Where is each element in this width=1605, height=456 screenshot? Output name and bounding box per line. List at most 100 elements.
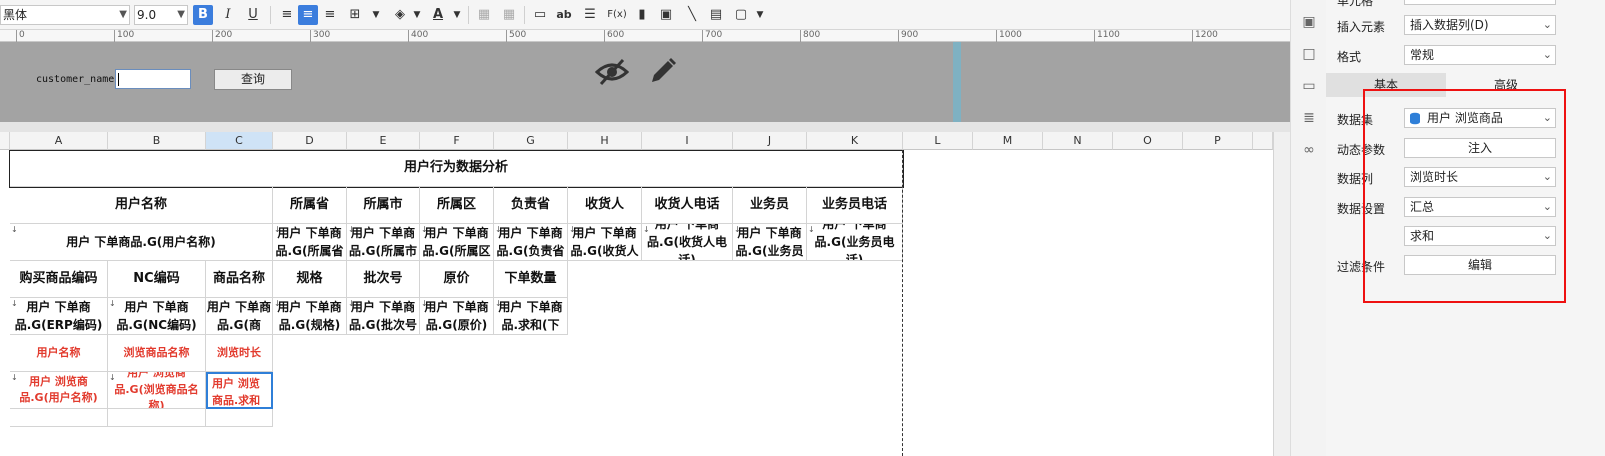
eye-hidden-icon[interactable] [595, 56, 629, 88]
cell-manager-data[interactable]: ↓ 用户 下单商品.G(负责省 [494, 224, 568, 261]
cell-salesman-phone-data[interactable]: ↓ 用户 下单商品.G(业务员电话) [807, 224, 903, 261]
formula-icon[interactable]: F(x) [604, 5, 630, 25]
header-price[interactable]: 原价 [420, 261, 494, 298]
font-family-select[interactable]: 黑体 ▼ [0, 5, 130, 25]
paragraph-icon[interactable]: ☰ [580, 5, 600, 25]
header-province[interactable]: 所属省 [273, 187, 347, 224]
align-left-icon[interactable]: ≡ [277, 5, 297, 25]
top-select[interactable] [1404, 0, 1556, 5]
column-header-f[interactable]: F [420, 132, 494, 150]
border-icon[interactable]: ⊞ [345, 5, 365, 25]
column-header-l[interactable]: L [903, 132, 973, 150]
condition-icon[interactable]: ≣ [1299, 108, 1319, 128]
empty-cell[interactable] [108, 409, 206, 427]
parameter-panel: customer_name 查询 [0, 42, 1290, 122]
column-header-g[interactable]: G [494, 132, 568, 150]
title-border [9, 150, 904, 188]
chevron-down-icon[interactable]: ▼ [407, 5, 427, 25]
header-receiver-phone[interactable]: 收货人电话 [642, 187, 733, 224]
format-select[interactable]: 常规 ⌄ [1404, 45, 1556, 65]
header-browse-user-name[interactable]: 用户名称 [10, 335, 108, 372]
chevron-down-icon[interactable]: ▼ [750, 5, 770, 25]
bold-button[interactable]: B [193, 5, 213, 25]
cell-salesman-data[interactable]: ↓ 用户 下单商品.G(业务员 [733, 224, 807, 261]
header-nc-code[interactable]: NC编码 [108, 261, 206, 298]
column-header-p[interactable]: P [1183, 132, 1253, 150]
empty-cell[interactable] [206, 409, 273, 427]
vertical-scrollbar[interactable] [1273, 132, 1290, 456]
cell-receiver-data[interactable]: ↓ 用户 下单商品.G(收货人 [568, 224, 642, 261]
cell-province-data[interactable]: ↓ 用户 下单商品.G(所属省 [273, 224, 347, 261]
header-manager[interactable]: 负责省 [494, 187, 568, 224]
ruler-tick: 900 [898, 30, 918, 42]
image-icon[interactable]: ▣ [656, 5, 676, 25]
align-center-icon[interactable]: ≡ [298, 5, 318, 25]
merge-cells-icon[interactable]: ▦ [474, 5, 494, 25]
header-salesman-phone[interactable]: 业务员电话 [807, 187, 903, 224]
column-header-h[interactable]: H [568, 132, 642, 150]
pencil-icon[interactable] [648, 56, 676, 86]
column-header-a[interactable]: A [10, 132, 108, 150]
query-button[interactable]: 查询 [214, 69, 292, 90]
font-size-select[interactable]: 9.0 ▼ [134, 5, 188, 25]
column-header-e[interactable]: E [347, 132, 420, 150]
insert-element-select[interactable]: 插入数据列(D) ⌄ [1404, 15, 1556, 35]
doc-icon[interactable]: ▤ [706, 5, 726, 25]
cell-browse-user-name-data[interactable]: ↓ 用户 浏览商品.G(用户名称) [10, 372, 108, 409]
chevron-down-icon[interactable]: ▼ [447, 5, 467, 25]
param-width-handle[interactable] [953, 42, 961, 122]
align-right-icon[interactable]: ≡ [320, 5, 340, 25]
column-header-i[interactable]: I [642, 132, 733, 150]
header-browse-duration[interactable]: 浏览时长 [206, 335, 273, 372]
header-purchase-code[interactable]: 购买商品编码 [10, 261, 108, 298]
column-header-k[interactable]: K [807, 132, 903, 150]
column-header-d[interactable]: D [273, 132, 347, 150]
cell-style-icon[interactable]: □ [1299, 44, 1319, 64]
cell-user-name-data[interactable]: ↓ 用户 下单商品.G(用户名称) [10, 224, 273, 261]
font-color-icon[interactable]: A [428, 5, 448, 25]
cell-order-qty-data[interactable]: ↓ 用户 下单商品.求和(下 [494, 298, 568, 335]
text-icon[interactable]: ab [554, 5, 574, 25]
header-batch[interactable]: 批次号 [347, 261, 420, 298]
slash-icon[interactable]: ╲ [682, 5, 702, 25]
header-product-name[interactable]: 商品名称 [206, 261, 273, 298]
cell-city-data[interactable]: ↓ 用户 下单商品.G(所属市 [347, 224, 420, 261]
empty-cell[interactable] [10, 409, 108, 427]
chevron-down-icon[interactable]: ▼ [366, 5, 386, 25]
underline-button[interactable]: U [243, 5, 263, 25]
customer-name-input[interactable] [115, 69, 191, 89]
header-browse-product[interactable]: 浏览商品名称 [108, 335, 206, 372]
cell-nc-code-data[interactable]: ↓ 用户 下单商品.G(NC编码) [108, 298, 206, 335]
column-header-n[interactable]: N [1043, 132, 1113, 150]
cell-text: 用户 下单商品.G(收货人 [570, 226, 639, 258]
cell-batch-data[interactable]: ↓ 用户 下单商品.G(批次号 [347, 298, 420, 335]
cell-product-name-data[interactable]: ↓ 用户 下单商品.G(商 [206, 298, 273, 335]
column-header-j[interactable]: J [733, 132, 807, 150]
split-cells-icon[interactable]: ▦ [499, 5, 519, 25]
header-spec[interactable]: 规格 [273, 261, 347, 298]
column-header-o[interactable]: O [1113, 132, 1183, 150]
chart-icon[interactable]: ▮ [632, 5, 652, 25]
column-header-m[interactable]: M [973, 132, 1043, 150]
cell-erp-code-data[interactable]: ↓ 用户 下单商品.G(ERP编码) [10, 298, 108, 335]
frame-icon[interactable]: ▢ [731, 5, 751, 25]
cell-spec-data[interactable]: ↓ 用户 下单商品.G(规格) [273, 298, 347, 335]
header-order-qty[interactable]: 下单数量 [494, 261, 568, 298]
widget-icon[interactable]: ▭ [1299, 76, 1319, 96]
cell-browse-product-data[interactable]: ↓ 用户 浏览商品.G(浏览商品名称) [108, 372, 206, 409]
cell-district-data[interactable]: ↓ 用户 下单商品.G(所属区 [420, 224, 494, 261]
cell-browse-duration-data-selected[interactable]: 用户 浏览商品.求和(浏览时长) [206, 372, 273, 409]
cell-price-data[interactable]: ↓ 用户 下单商品.G(原价) [420, 298, 494, 335]
italic-button[interactable]: I [218, 5, 238, 25]
cell-properties-icon[interactable]: ▣ [1299, 12, 1319, 32]
column-header-c[interactable]: C [206, 132, 273, 150]
header-district[interactable]: 所属区 [420, 187, 494, 224]
hyperlink-icon[interactable]: ∞ [1299, 140, 1319, 160]
cell-receiver-phone-data[interactable]: ↓ 用户 下单商品.G(收货人电话) [642, 224, 733, 261]
header-city[interactable]: 所属市 [347, 187, 420, 224]
header-receiver[interactable]: 收货人 [568, 187, 642, 224]
header-salesman[interactable]: 业务员 [733, 187, 807, 224]
column-header-b[interactable]: B [108, 132, 206, 150]
link-icon[interactable]: ▭ [530, 5, 550, 25]
header-user-name[interactable]: 用户名称 [10, 187, 273, 224]
